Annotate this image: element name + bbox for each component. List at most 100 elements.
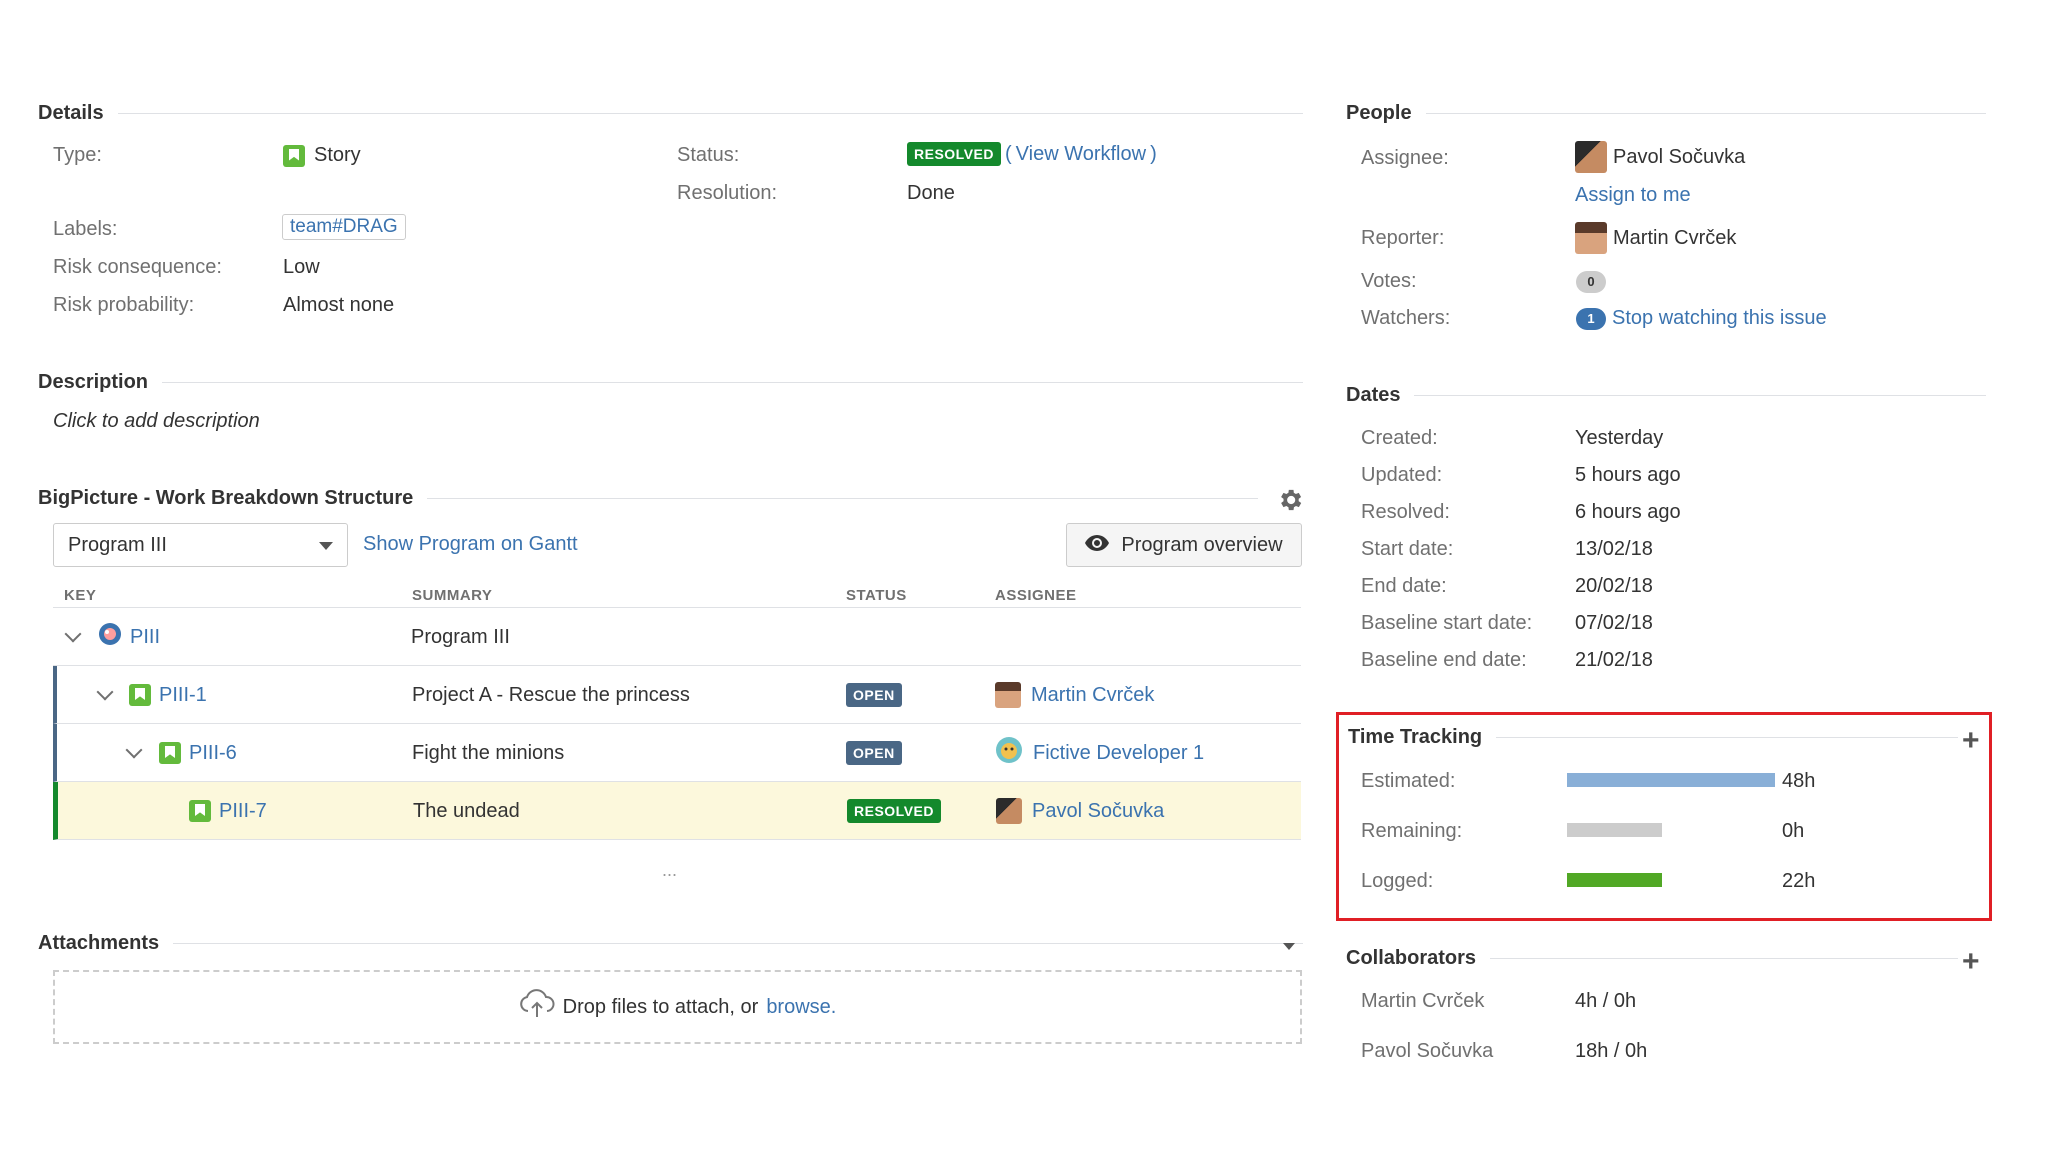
row-assignee[interactable]: Fictive Developer 1 xyxy=(1033,742,1204,765)
end-date-label: End date: xyxy=(1361,575,1447,597)
row-assignee[interactable]: Martin Cvrček xyxy=(1031,684,1154,707)
chevron-down-icon xyxy=(319,542,333,550)
risk-consequence-label: Risk consequence: xyxy=(53,256,222,278)
description-header[interactable]: Description xyxy=(38,371,1303,394)
assignee-label: Assignee: xyxy=(1361,147,1449,169)
col-assignee[interactable]: ASSIGNEE xyxy=(995,587,1077,604)
collaborators-header[interactable]: Collaborators xyxy=(1346,947,1958,970)
risk-consequence-value[interactable]: Low xyxy=(283,256,320,279)
gear-icon[interactable] xyxy=(1276,486,1304,520)
view-workflow-link[interactable]: View Workflow xyxy=(1016,143,1146,166)
assignee-value[interactable]: Pavol Sočuvka xyxy=(1575,141,1745,173)
end-date-value: 20/02/18 xyxy=(1575,575,1653,597)
people-header[interactable]: People xyxy=(1346,102,1986,125)
program-overview-label: Program overview xyxy=(1121,533,1283,556)
eye-icon xyxy=(1085,534,1110,557)
time-tracking-header[interactable]: Time Tracking xyxy=(1348,726,1958,749)
program-select[interactable]: Program III xyxy=(53,523,348,567)
time-tracking-rule xyxy=(1496,737,1958,738)
chevron-down-icon[interactable] xyxy=(125,741,143,759)
row-key[interactable]: PIII xyxy=(130,626,160,649)
label-tag[interactable]: team#DRAG xyxy=(282,214,406,240)
baseline-end-label: Baseline end date: xyxy=(1361,649,1527,671)
attachments-header[interactable]: Attachments xyxy=(38,932,1303,955)
story-icon xyxy=(159,742,181,764)
attachments-rule xyxy=(173,943,1303,944)
col-status[interactable]: STATUS xyxy=(846,587,907,604)
remaining-label: Remaining: xyxy=(1361,820,1463,842)
type-value-text: Story xyxy=(314,144,361,166)
row-key[interactable]: PIII-7 xyxy=(219,800,267,823)
reporter-label: Reporter: xyxy=(1361,227,1445,249)
chevron-down-icon[interactable] xyxy=(96,683,114,701)
details-header[interactable]: Details xyxy=(38,102,1303,125)
collaborator-time: 4h / 0h xyxy=(1575,990,1637,1012)
logged-bar xyxy=(1567,873,1662,887)
baseline-end-value: 21/02/18 xyxy=(1575,649,1653,671)
avatar xyxy=(995,682,1021,708)
remaining-bar-track xyxy=(1567,823,1662,837)
add-collaborator-icon[interactable]: + xyxy=(1962,947,1980,977)
status-lozenge: RESOLVED xyxy=(907,142,1001,166)
program-overview-button[interactable]: Program overview xyxy=(1066,523,1302,567)
col-key[interactable]: KEY xyxy=(64,587,96,604)
row-summary: Project A - Rescue the princess xyxy=(412,683,690,706)
table-row-selected[interactable]: PIII-7 The undead RESOLVED Pavol Sočuvka xyxy=(53,782,1301,840)
reporter-value: Martin Cvrček xyxy=(1575,222,1736,254)
program-icon xyxy=(98,622,122,652)
watchers-value[interactable]: 1 Stop watching this issue xyxy=(1576,307,1827,330)
table-row[interactable]: PIII-6 Fight the minions OPEN Fictive De… xyxy=(53,724,1301,782)
baseline-start-label: Baseline start date: xyxy=(1361,612,1533,634)
story-icon xyxy=(189,800,211,822)
description-placeholder[interactable]: Click to add description xyxy=(53,410,260,433)
resolved-value: 6 hours ago xyxy=(1575,501,1681,523)
people-rule xyxy=(1425,113,1986,114)
show-gantt-link[interactable]: Show Program on Gantt xyxy=(363,533,578,556)
row-assignee[interactable]: Pavol Sočuvka xyxy=(1032,800,1164,823)
risk-probability-value[interactable]: Almost none xyxy=(283,294,394,317)
chevron-down-icon[interactable] xyxy=(64,625,82,643)
drop-zone[interactable]: Drop files to attach, or browse. xyxy=(53,970,1302,1044)
time-tracking-title: Time Tracking xyxy=(1348,726,1483,748)
people-title: People xyxy=(1346,102,1412,124)
wbs-header[interactable]: BigPicture - Work Breakdown Structure xyxy=(38,487,1258,510)
col-summary[interactable]: SUMMARY xyxy=(412,587,492,604)
resolution-value: Done xyxy=(907,182,955,204)
votes-badge[interactable]: 0 xyxy=(1576,271,1606,293)
type-value: Story xyxy=(283,144,361,167)
row-key[interactable]: PIII-6 xyxy=(189,742,237,765)
browse-link[interactable]: browse. xyxy=(766,996,836,1019)
row-summary: Program III xyxy=(411,625,510,648)
updated-value: 5 hours ago xyxy=(1575,464,1681,486)
description-title: Description xyxy=(38,371,149,393)
upload-cloud-icon xyxy=(519,989,555,1025)
logged-value: 22h xyxy=(1782,870,1816,892)
story-icon xyxy=(129,684,151,706)
collaborators-title: Collaborators xyxy=(1346,947,1477,969)
created-value: Yesterday xyxy=(1575,427,1664,449)
attachments-title: Attachments xyxy=(38,932,160,954)
add-time-icon[interactable]: + xyxy=(1962,726,1980,756)
resolution-label: Resolution: xyxy=(677,182,778,204)
assign-to-me-link[interactable]: Assign to me xyxy=(1575,184,1691,207)
table-row[interactable]: PIII Program III xyxy=(53,608,1301,666)
more-indicator[interactable]: ... xyxy=(662,860,677,881)
program-select-value: Program III xyxy=(68,533,167,556)
created-label: Created: xyxy=(1361,427,1438,449)
stop-watching-link[interactable]: Stop watching this issue xyxy=(1612,307,1827,330)
details-rule xyxy=(117,113,1303,114)
avatar xyxy=(1575,141,1607,173)
chevron-down-icon[interactable] xyxy=(1283,943,1295,950)
estimated-label: Estimated: xyxy=(1361,770,1456,792)
dates-header[interactable]: Dates xyxy=(1346,384,1986,407)
estimated-value: 48h xyxy=(1782,770,1816,792)
table-row[interactable]: PIII-1 Project A - Rescue the princess O… xyxy=(53,666,1301,724)
watchers-badge: 1 xyxy=(1576,307,1606,330)
row-key[interactable]: PIII-1 xyxy=(159,684,207,707)
collaborators-rule xyxy=(1490,958,1958,959)
type-label: Type: xyxy=(53,144,102,166)
row-summary: Fight the minions xyxy=(412,741,565,764)
resolved-label: Resolved: xyxy=(1361,501,1450,523)
dates-rule xyxy=(1414,395,1986,396)
view-workflow-open: ( xyxy=(1004,142,1012,165)
